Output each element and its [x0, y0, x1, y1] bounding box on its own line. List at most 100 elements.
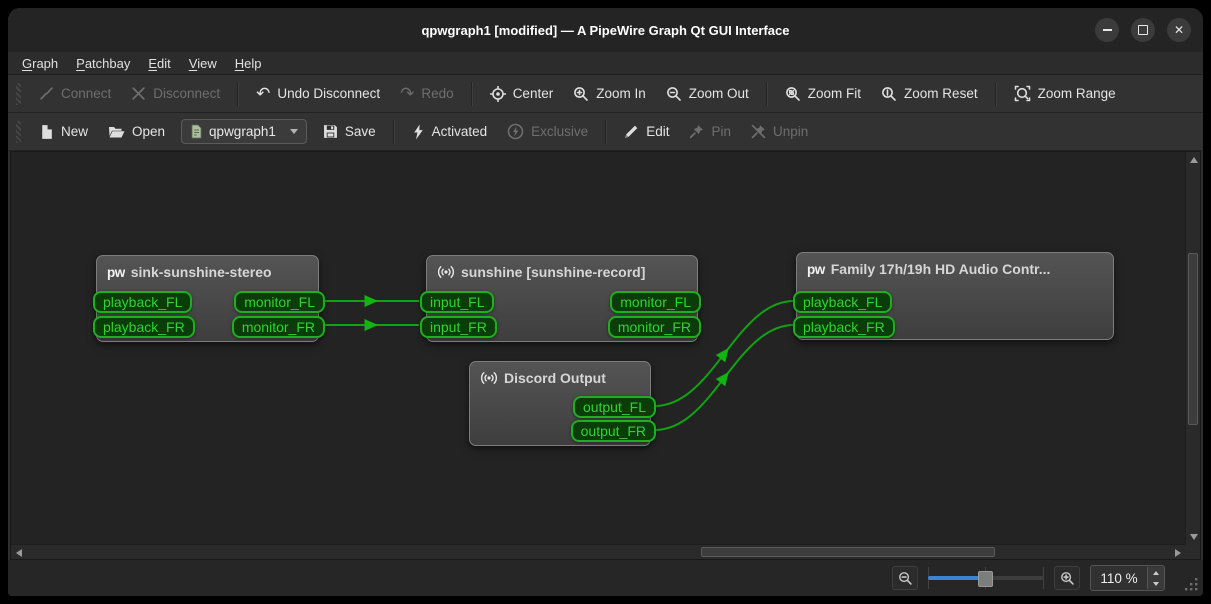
node-title-text: sink-sunshine-stereo: [130, 264, 272, 280]
arrow-up-icon: [1153, 570, 1159, 575]
menu-graph[interactable]: Graph: [14, 54, 66, 73]
zoom-fit-icon: [785, 86, 800, 101]
port-playback-fl[interactable]: playback_FL: [93, 291, 193, 313]
scroll-right-button[interactable]: [1170, 545, 1185, 560]
connect-icon: [40, 87, 53, 100]
scroll-up-button[interactable]: [1186, 152, 1201, 167]
zoom-out-button[interactable]: Zoom Out: [656, 80, 759, 108]
zoom-in-button[interactable]: Zoom In: [563, 80, 656, 108]
app-window: qpwgraph1 [modified] — A PipeWire Graph …: [8, 8, 1203, 596]
horizontal-scroll-thumb[interactable]: [701, 547, 995, 557]
port-monitor-fl[interactable]: monitor_FL: [234, 291, 325, 313]
graph-canvas[interactable]: pw sink-sunshine-stereo playback_FL play…: [11, 152, 1185, 544]
close-button[interactable]: ✕: [1167, 18, 1191, 42]
zoom-out-icon: [666, 86, 681, 101]
statusbar-zoom-out-button[interactable]: [892, 566, 918, 590]
menu-help[interactable]: Help: [227, 54, 270, 73]
node-title-text: sunshine [sunshine-record]: [461, 264, 646, 280]
open-button[interactable]: Open: [98, 118, 175, 145]
arrow-down-icon: [1189, 533, 1198, 540]
pencil-icon: [625, 125, 638, 138]
pin-button[interactable]: Pin: [679, 118, 741, 145]
patchbay-select[interactable]: qpwgraph1: [181, 119, 307, 144]
stream-icon: [437, 266, 455, 278]
disconnect-icon: [132, 87, 146, 100]
scroll-left-button[interactable]: [11, 545, 26, 560]
node-family-hd-audio[interactable]: pw Family 17h/19h HD Audio Contr... play…: [793, 252, 1114, 340]
zoom-in-icon: [1060, 571, 1074, 585]
toolbar-drag-handle[interactable]: [16, 82, 21, 105]
pipewire-icon: pw: [807, 261, 825, 277]
stream-icon: [480, 372, 498, 384]
zoom-slider-handle[interactable]: [978, 571, 993, 587]
separator: [765, 81, 768, 106]
port-input-fr[interactable]: input_FR: [420, 316, 497, 338]
scrollbar-corner: [1185, 544, 1200, 559]
port-monitor-fr[interactable]: monitor_FR: [231, 316, 325, 338]
zoom-step-up-button[interactable]: [1148, 567, 1164, 578]
zoom-out-icon: [898, 571, 912, 585]
zoom-in-icon: [574, 86, 589, 101]
port-monitor-fr[interactable]: monitor_FR: [607, 316, 701, 338]
separator: [237, 81, 240, 106]
node-sink-sunshine-stereo[interactable]: pw sink-sunshine-stereo playback_FL play…: [93, 255, 325, 342]
exclusive-button[interactable]: Exclusive: [497, 117, 598, 146]
node-discord-output[interactable]: Discord Output output_FL output_FR: [469, 361, 656, 446]
port-input-fl[interactable]: input_FL: [420, 291, 495, 313]
unpin-icon: [751, 124, 766, 139]
redo-icon: ↷: [400, 84, 415, 103]
horizontal-scrollbar[interactable]: [11, 544, 1185, 559]
arrow-up-icon: [1189, 156, 1198, 163]
minimize-button[interactable]: [1095, 18, 1119, 42]
graph-viewport: pw sink-sunshine-stereo playback_FL play…: [10, 151, 1201, 560]
port-playback-fr[interactable]: playback_FR: [93, 316, 195, 338]
zoom-range-button[interactable]: Zoom Range: [1004, 79, 1126, 108]
node-title: pw Family 17h/19h HD Audio Contr...: [797, 253, 1113, 277]
patchbay-select-value: qpwgraph1: [209, 124, 276, 139]
edit-button[interactable]: Edit: [614, 118, 679, 145]
redo-button[interactable]: ↷ Redo: [390, 79, 464, 108]
menu-edit[interactable]: Edit: [140, 54, 178, 73]
toolbar-drag-handle[interactable]: [16, 120, 21, 143]
node-sunshine[interactable]: sunshine [sunshine-record] input_FL inpu…: [420, 255, 701, 342]
statusbar-zoom-in-button[interactable]: [1054, 566, 1080, 590]
minimize-icon: [1102, 29, 1112, 31]
new-file-icon: [42, 124, 52, 139]
connections-layer: [324, 295, 795, 431]
port-output-fr[interactable]: output_FR: [570, 420, 656, 442]
maximize-button[interactable]: [1131, 18, 1155, 42]
separator: [994, 81, 997, 106]
port-monitor-fl[interactable]: monitor_FL: [610, 291, 701, 313]
activated-button[interactable]: Activated: [402, 118, 498, 146]
disconnect-button[interactable]: Disconnect: [121, 80, 230, 107]
vertical-scroll-thumb[interactable]: [1188, 253, 1198, 425]
arrow-right-icon: [1174, 548, 1181, 557]
zoom-reset-icon: [882, 86, 896, 101]
zoom-level-spinbox[interactable]: 110 %: [1090, 565, 1165, 591]
port-playback-fr[interactable]: playback_FR: [793, 316, 895, 338]
unpin-button[interactable]: Unpin: [741, 118, 818, 145]
new-button[interactable]: New: [29, 118, 98, 146]
port-output-fl[interactable]: output_FL: [572, 396, 656, 418]
menu-bar: Graph Patchbay Edit View Help: [8, 52, 1203, 75]
lightning-icon: [413, 124, 423, 139]
connect-button[interactable]: Connect: [29, 80, 121, 107]
separator: [392, 119, 395, 144]
zoom-step-down-button[interactable]: [1148, 578, 1164, 589]
undo-disconnect-button[interactable]: ↶ Undo Disconnect: [246, 79, 390, 108]
port-playback-fl[interactable]: playback_FL: [793, 291, 893, 313]
title-bar[interactable]: qpwgraph1 [modified] — A PipeWire Graph …: [8, 8, 1203, 52]
resize-grip[interactable]: [1184, 577, 1199, 592]
save-button[interactable]: Save: [313, 118, 386, 145]
center-button[interactable]: Center: [480, 80, 564, 108]
vertical-scrollbar[interactable]: [1185, 152, 1200, 544]
scroll-down-button[interactable]: [1186, 529, 1201, 544]
menu-view[interactable]: View: [181, 54, 225, 73]
zoom-slider[interactable]: [928, 567, 1044, 589]
menu-patchbay[interactable]: Patchbay: [68, 54, 138, 73]
zoom-fit-button[interactable]: Zoom Fit: [775, 80, 871, 108]
pin-icon: [690, 125, 704, 139]
zoom-reset-button[interactable]: Zoom Reset: [871, 80, 988, 108]
chevron-down-icon: [289, 129, 298, 134]
pipewire-icon: pw: [107, 264, 125, 280]
